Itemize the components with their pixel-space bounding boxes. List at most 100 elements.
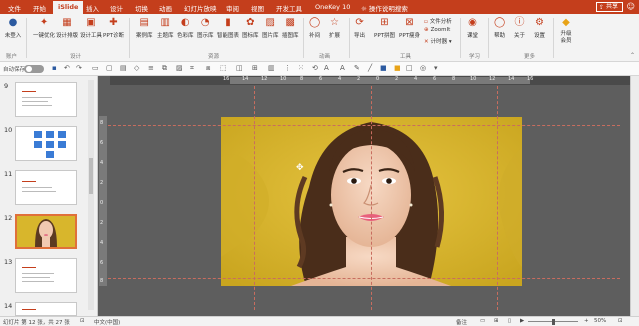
slide-thumbnail-9[interactable] [15, 82, 77, 117]
outline-icon[interactable]: □ [406, 64, 413, 72]
image-library-button[interactable]: ▨ 图片库 [262, 17, 279, 39]
ppt-merge-button[interactable]: ⊞ PPT拼图 [374, 17, 395, 39]
colors-button[interactable]: ◐ 色彩库 [177, 17, 194, 39]
icon-library-button[interactable]: ✿ 图标库 [242, 17, 259, 39]
font-color-icon[interactable]: A [324, 64, 329, 72]
upgrade-member-button[interactable]: ◆ 升级会员 [558, 17, 574, 45]
tab-animations[interactable]: 动画 [159, 3, 172, 13]
group-icon[interactable]: ⧉ [162, 64, 167, 73]
undo-icon[interactable]: ↶ [64, 64, 70, 72]
canvas-scrollbar[interactable] [630, 76, 639, 316]
share-button[interactable]: ⇪ 共享 [596, 2, 623, 12]
grid-icon[interactable]: ⁙ [298, 64, 304, 72]
guide-line[interactable] [371, 86, 372, 310]
line-icon[interactable]: ╱ [368, 64, 372, 72]
settings-button[interactable]: ⚙ 设置 [534, 17, 545, 39]
expand-button[interactable]: ☆ 扩展 [329, 17, 340, 39]
zoom-in-icon[interactable]: + [584, 318, 589, 324]
doc-analysis-button[interactable]: ▫ 文件分析 [424, 17, 452, 25]
tab-review[interactable]: 审阅 [226, 3, 239, 13]
tab-islide[interactable]: iSlide [53, 1, 84, 14]
chart-icon[interactable]: ▥ [268, 64, 275, 72]
save-icon[interactable]: ▪ [52, 64, 57, 72]
thumbnail-scrollbar[interactable] [88, 80, 94, 310]
distribute-icon[interactable]: ⋮ [284, 64, 291, 72]
zoomit-button[interactable]: ⊕ ZoomIt [424, 27, 450, 33]
blue-square [58, 141, 66, 148]
notes-button[interactable]: 备注 [456, 318, 467, 326]
normal-view-icon[interactable]: ▭ [480, 318, 485, 324]
reading-view-icon[interactable]: ▯ [508, 318, 511, 324]
rotate-icon[interactable]: ⟲ [312, 64, 318, 72]
guide-line[interactable] [497, 86, 498, 310]
tab-search[interactable]: ☼ 操作说明搜索 [361, 3, 408, 13]
guide-line[interactable] [108, 278, 620, 279]
one-click-optimize-button[interactable]: ✦ 一键优化 [33, 17, 55, 39]
tab-slideshow[interactable]: 幻灯片放映 [184, 3, 217, 13]
tab-view[interactable]: 视图 [251, 3, 264, 13]
highlight-icon[interactable]: ✎ [354, 64, 360, 72]
about-button[interactable]: ⓘ 关于 [514, 17, 525, 39]
smart-charts-button[interactable]: ▮ 智能图表 [217, 17, 239, 39]
smiley-icon[interactable]: ☺ [627, 2, 635, 11]
crop-icon[interactable]: ⌗ [190, 64, 194, 73]
user-login-button[interactable]: ● 未登入 [4, 17, 22, 39]
help-button[interactable]: ◯ 帮助 [494, 17, 505, 39]
tab-design[interactable]: 设计 [110, 3, 123, 13]
cases-button[interactable]: ▤ 案例库 [136, 17, 153, 39]
zoom-level[interactable]: 50% [594, 318, 606, 324]
fill-color-icon[interactable]: ■ [380, 64, 387, 72]
redo-icon[interactable]: ↷ [76, 64, 82, 72]
more-options-icon[interactable]: ▾ [434, 64, 438, 72]
tab-file[interactable]: 文件 [8, 3, 21, 13]
image-icon[interactable]: ▨ [176, 64, 183, 72]
layers-icon[interactable]: ◫ [236, 64, 243, 72]
tab-onekey[interactable]: OneKey 10 [315, 3, 350, 11]
timer-button[interactable]: ✕ 计时器 ▾ [424, 37, 452, 45]
tab-transitions[interactable]: 切换 [135, 3, 148, 13]
tab-home[interactable]: 开始 [33, 3, 46, 13]
ruler-tick: 10 [280, 76, 287, 82]
collapse-ribbon-icon[interactable]: ⌃ [630, 52, 635, 59]
table-icon[interactable]: ⊞ [252, 64, 258, 72]
tab-insert[interactable]: 插入 [86, 3, 99, 13]
horizontal-ruler: 16 14 12 10 8 6 4 2 0 2 4 6 8 10 12 14 1… [110, 76, 630, 85]
arrange-icon[interactable]: ⧈ [206, 64, 210, 73]
slide-thumbnail-13[interactable] [15, 258, 77, 293]
scrollbar-thumb[interactable] [89, 158, 93, 194]
shape-fill-icon[interactable]: ■ [394, 64, 401, 72]
slide-thumbnail-11[interactable] [15, 170, 77, 205]
font-size-icon[interactable]: A [340, 64, 345, 72]
slide-thumbnail-14[interactable] [15, 302, 77, 316]
guide-line[interactable] [254, 86, 255, 310]
zoom-slider-handle[interactable] [552, 319, 555, 325]
language-indicator[interactable]: 中文(中国) [94, 318, 120, 326]
autosave-toggle[interactable] [24, 65, 44, 73]
export-button[interactable]: ⟳ 导出 [354, 17, 365, 39]
slide-thumbnail-10[interactable] [15, 126, 77, 161]
slideshow-icon[interactable]: ▶ [520, 318, 524, 324]
design-tools-button[interactable]: ▣ 设计工具 [80, 17, 102, 39]
effect-icon[interactable]: ◎ [420, 64, 426, 72]
slide-thumbnail-12[interactable] [15, 214, 77, 249]
classroom-button[interactable]: ◉ 课堂 [467, 17, 478, 39]
format-icon[interactable]: ⬚ [220, 64, 227, 72]
shape-icon[interactable]: ◇ [134, 64, 139, 72]
tab-developer[interactable]: 开发工具 [276, 3, 302, 13]
new-slide-icon[interactable]: ▢ [106, 64, 113, 72]
accessibility-icon[interactable]: ⊡ [80, 318, 85, 324]
themes-button[interactable]: ▥ 主题库 [157, 17, 174, 39]
illustration-library-button[interactable]: ▩ 插图库 [282, 17, 299, 39]
fit-to-window-icon[interactable]: ⊡ [618, 318, 623, 324]
present-icon[interactable]: ▭ [92, 64, 99, 72]
ppt-diagnosis-button[interactable]: ✚ PPT诊断 [103, 17, 124, 39]
guide-line[interactable] [108, 125, 620, 126]
fill-button[interactable]: ◯ 补间 [309, 17, 320, 39]
text-box-icon[interactable]: ▤ [120, 64, 127, 72]
ppt-slim-button[interactable]: ⊠ PPT瘦身 [399, 17, 420, 39]
diagrams-button[interactable]: ◔ 图示库 [197, 17, 214, 39]
design-layout-button[interactable]: ▦ 设计排版 [56, 17, 78, 39]
align-icon[interactable]: ≡ [148, 64, 154, 72]
ruler-tick: 8 [452, 76, 456, 82]
slide-sorter-icon[interactable]: ⊞ [494, 318, 499, 324]
